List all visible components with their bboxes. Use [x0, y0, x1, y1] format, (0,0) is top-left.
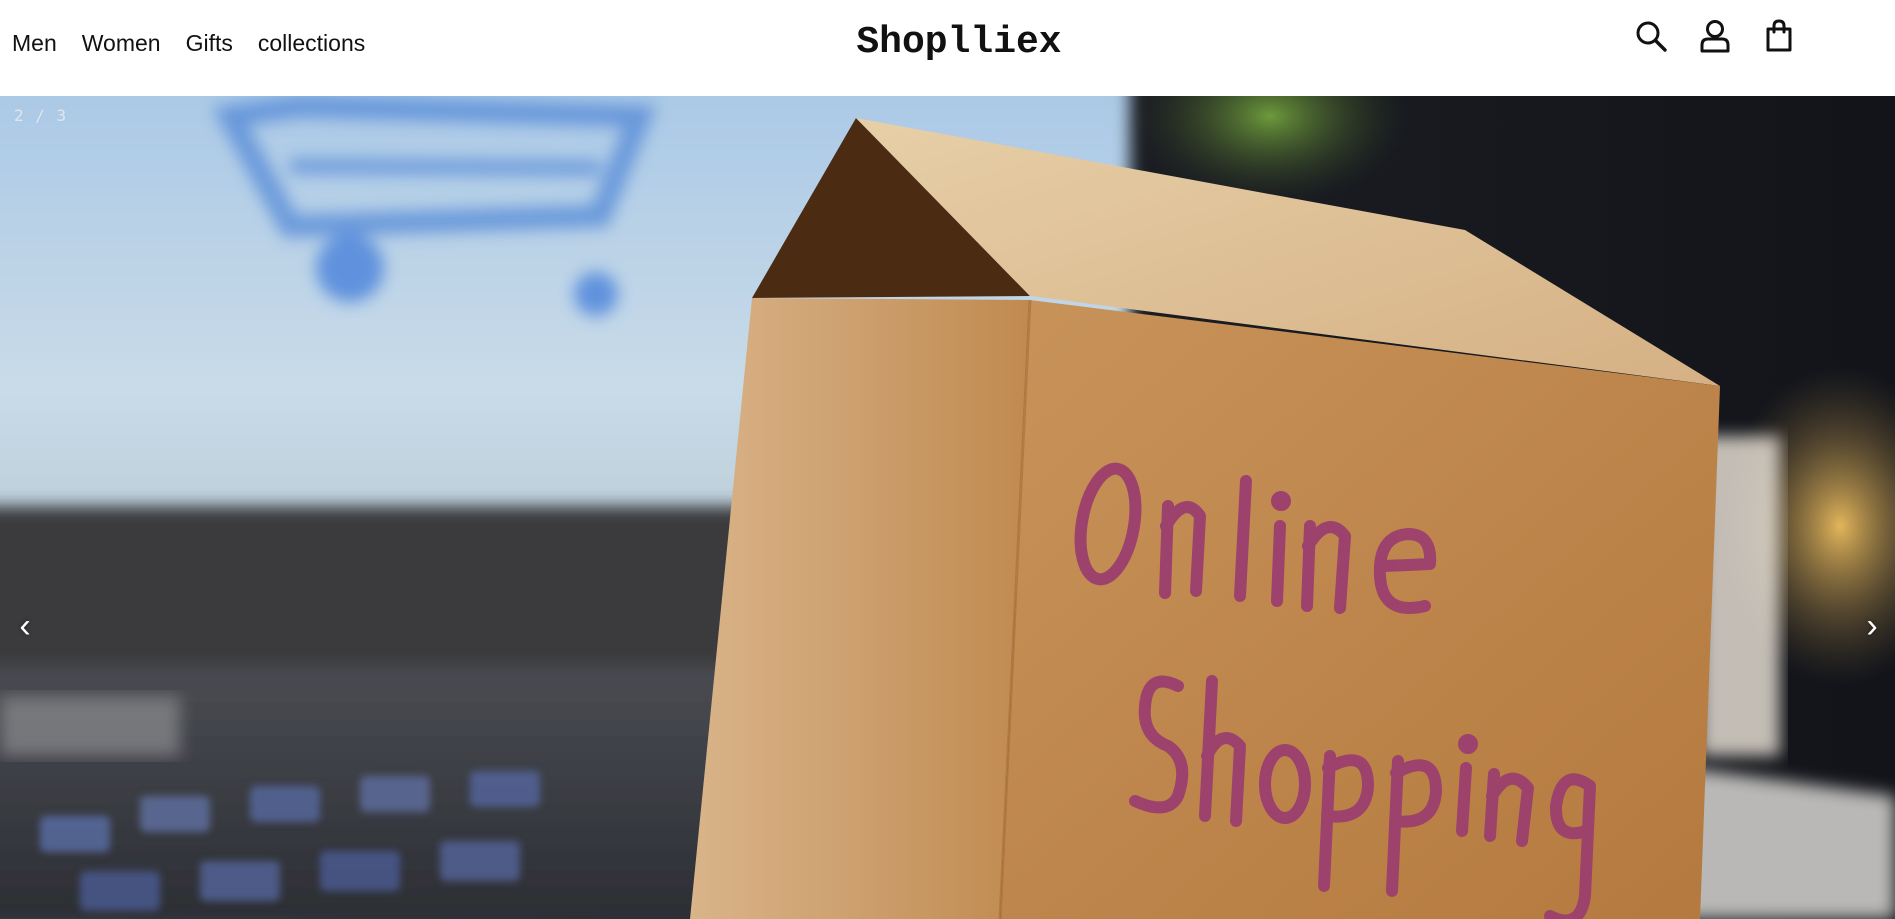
slide-counter: 2 / 3: [14, 106, 68, 125]
site-header: Men Women Gifts collections Shoplliex: [0, 0, 1895, 96]
brand-logo[interactable]: Shoplliex: [0, 21, 1895, 65]
hero-slider: 2 / 3 ‹ ›: [0, 96, 1895, 919]
prev-slide-button[interactable]: ‹: [10, 606, 40, 646]
search-icon[interactable]: [1632, 17, 1670, 55]
hero-image: [0, 96, 1895, 919]
next-slide-button[interactable]: ›: [1857, 606, 1887, 646]
shopping-bag-icon[interactable]: [1760, 17, 1798, 55]
header-icons: [1632, 17, 1798, 55]
user-icon[interactable]: [1696, 17, 1734, 55]
